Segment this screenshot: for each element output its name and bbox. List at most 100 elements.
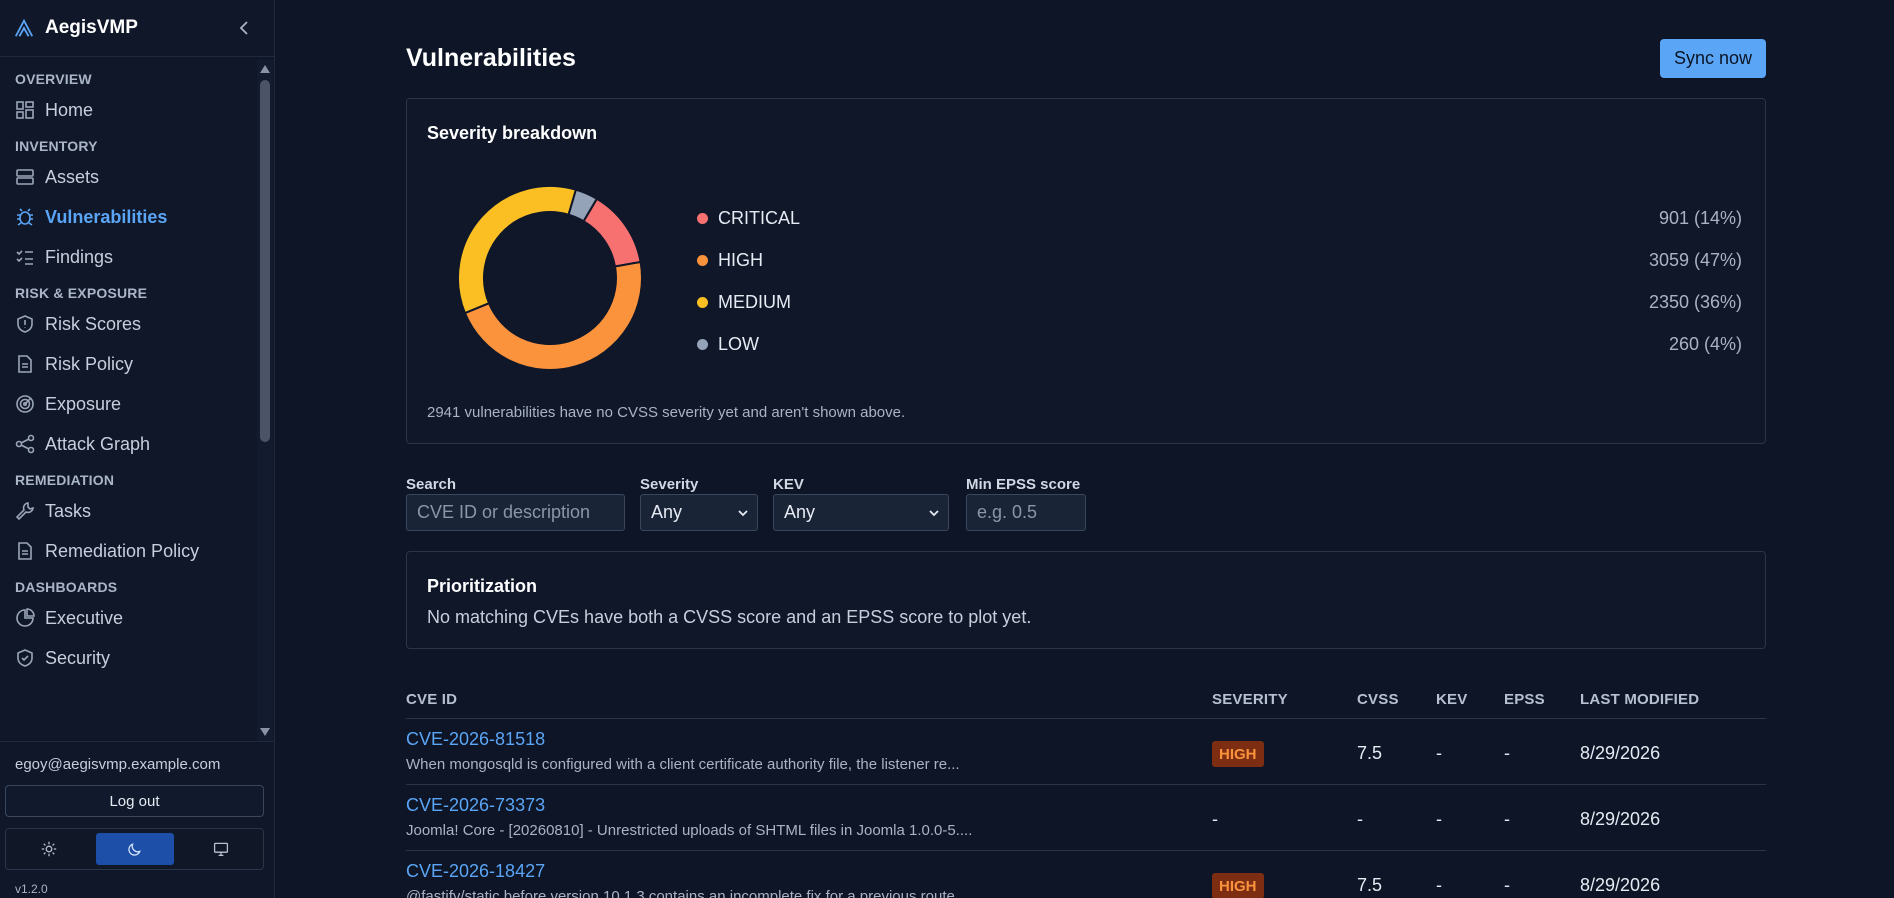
column-header[interactable]: KEV: [1436, 691, 1467, 708]
table-row[interactable]: CVE-2026-81518 When mongosqld is configu…: [406, 719, 1766, 785]
last-modified-value: 8/29/2026: [1580, 875, 1661, 895]
sidebar-item-remediation-policy[interactable]: Remediation Policy: [0, 531, 256, 571]
theme-dark-button[interactable]: [96, 833, 174, 865]
sidebar-item-exposure[interactable]: Exposure: [0, 384, 256, 424]
severity-breakdown-title: Severity breakdown: [427, 123, 598, 143]
severity-badge: HIGH: [1212, 873, 1264, 898]
legend-row-high: HIGH 3059 (47%): [697, 239, 1742, 281]
document-icon: [18, 355, 32, 373]
epss-value: -: [1504, 809, 1510, 829]
sidebar-item-label: Remediation Policy: [45, 540, 200, 561]
app-name: AegisVMP: [45, 17, 138, 38]
table-row[interactable]: CVE-2026-73373 Joomla! Core - [20260810]…: [406, 785, 1766, 851]
grid-icon: [16, 101, 34, 119]
donut-slice-high[interactable]: [463, 260, 643, 371]
legend-value: 2350 (36%): [1648, 291, 1742, 312]
sidebar-item-label: Tasks: [45, 500, 92, 521]
sidebar-item-label: Risk Scores: [45, 313, 142, 334]
aegis-logo-icon: [14, 18, 34, 37]
cve-description: Joomla! Core - [20260810] - Unrestricted…: [406, 822, 973, 839]
kev-value: -: [1436, 875, 1442, 895]
list-check-icon: [16, 250, 33, 265]
prioritization-message: No matching CVEs have both a CVSS score …: [427, 607, 1032, 627]
column-header[interactable]: CVSS: [1357, 691, 1399, 708]
scrollbar-thumb[interactable]: [260, 80, 270, 442]
severity-select-value: Any: [651, 502, 683, 522]
last-modified-value: 8/29/2026: [1580, 809, 1661, 829]
prioritization-title: Prioritization: [427, 576, 538, 596]
donut-slice-medium[interactable]: [457, 185, 578, 315]
sidebar-item-vulnerabilities[interactable]: Vulnerabilities: [0, 197, 256, 237]
theme-system-button[interactable]: [182, 833, 260, 865]
legend-row-medium: MEDIUM 2350 (36%): [697, 281, 1742, 323]
cvss-value: 7.5: [1357, 875, 1383, 895]
page-title: Vulnerabilities: [406, 44, 576, 72]
epss-value: -: [1504, 743, 1510, 763]
legend-row-low: LOW 260 (4%): [697, 323, 1742, 365]
severity-note: 2941 vulnerabilities have no CVSS severi…: [427, 404, 906, 421]
sidebar-item-findings[interactable]: Findings: [0, 237, 256, 277]
moon-icon: [128, 843, 141, 856]
cvss-value: -: [1357, 809, 1363, 829]
table-row[interactable]: CVE-2026-18427 @fastify/static before ve…: [406, 851, 1766, 898]
column-header[interactable]: EPSS: [1504, 691, 1545, 708]
kev-select[interactable]: Any: [773, 494, 949, 531]
document-icon: [18, 542, 32, 560]
table-header: CVE ID SEVERITY CVSS KEV EPSS LAST MODIF…: [406, 683, 1766, 719]
cve-id-link[interactable]: CVE-2026-81518: [406, 729, 545, 750]
severity-select[interactable]: Any: [640, 494, 758, 531]
vulnerabilities-table: CVE ID SEVERITY CVSS KEV EPSS LAST MODIF…: [406, 683, 1766, 898]
sidebar-item-tasks[interactable]: Tasks: [0, 491, 256, 531]
severity-donut-chart: [457, 185, 643, 371]
column-header[interactable]: CVE ID: [406, 691, 457, 708]
legend-dot-medium: [697, 296, 708, 308]
severity-legend: CRITICAL 901 (14%) HIGH 3059 (47%) MEDIU…: [697, 197, 1742, 365]
shield-alert-icon: [17, 315, 33, 333]
legend-value: 901 (14%): [1658, 207, 1742, 228]
kev-select-value: Any: [784, 502, 816, 522]
sidebar-item-risk-scores[interactable]: Risk Scores: [0, 304, 256, 344]
cve-id-link[interactable]: CVE-2026-73373: [406, 795, 545, 816]
column-header[interactable]: LAST MODIFIED: [1580, 691, 1699, 708]
sidebar-item-assets[interactable]: Assets: [0, 157, 256, 197]
sidebar-item-label: Vulnerabilities: [45, 206, 168, 227]
logout-button[interactable]: Log out: [5, 785, 264, 817]
severity-filter-label: Severity: [640, 476, 699, 493]
search-input[interactable]: CVE ID or description: [406, 494, 625, 531]
sidebar-item-label: Home: [45, 99, 94, 120]
donut-slice-critical[interactable]: [582, 197, 642, 268]
sidebar-item-home[interactable]: Home: [0, 90, 256, 130]
column-header[interactable]: SEVERITY: [1212, 691, 1288, 708]
section-dashboards: DASHBOARDS: [15, 579, 118, 595]
sun-icon: [41, 841, 57, 857]
legend-label: LOW: [718, 333, 760, 354]
sidebar-item-label: Attack Graph: [45, 433, 151, 454]
sidebar-scrollbar[interactable]: [257, 60, 273, 741]
cve-id-link[interactable]: CVE-2026-18427: [406, 861, 545, 882]
sync-now-button[interactable]: Sync now: [1660, 39, 1766, 78]
sidebar-item-executive[interactable]: Executive: [0, 598, 256, 638]
scroll-down-arrow-icon[interactable]: [260, 728, 270, 736]
sidebar-item-security[interactable]: Security: [0, 638, 256, 678]
prioritization-card: Prioritization No matching CVEs have bot…: [406, 551, 1766, 649]
sidebar-item-risk-policy[interactable]: Risk Policy: [0, 344, 256, 384]
server-icon: [16, 169, 34, 185]
sidebar-nav: OVERVIEW Home INVENTORY Assets Vulnerabi…: [0, 57, 256, 741]
theme-light-button[interactable]: [10, 833, 88, 865]
user-area: egoy@aegisvmp.example.com Log out v1.2.0: [0, 741, 275, 896]
kev-value: -: [1436, 809, 1442, 829]
sidebar-item-label: Findings: [45, 246, 114, 267]
legend-dot-critical: [697, 212, 708, 224]
legend-label: HIGH: [718, 249, 763, 270]
sidebar-item-label: Exposure: [45, 393, 122, 414]
scroll-up-arrow-icon[interactable]: [260, 65, 270, 73]
section-overview: OVERVIEW: [15, 71, 92, 87]
cve-description: When mongosqld is configured with a clie…: [406, 756, 960, 773]
epss-filter-label: Min EPSS score: [966, 476, 1081, 493]
section-inventory: INVENTORY: [15, 138, 98, 154]
chevron-left-icon[interactable]: [237, 18, 253, 38]
chevron-down-icon: [738, 510, 748, 517]
sidebar-item-attack-graph[interactable]: Attack Graph: [0, 424, 256, 464]
sidebar-item-label: Executive: [45, 607, 124, 628]
epss-input[interactable]: e.g. 0.5: [966, 494, 1086, 531]
